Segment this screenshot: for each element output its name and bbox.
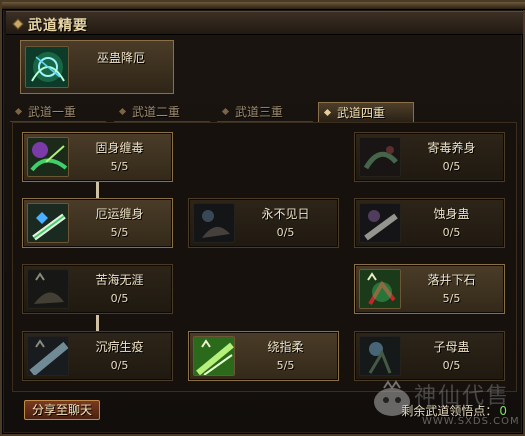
tab-tier-4[interactable]: 武道四重 bbox=[318, 102, 414, 122]
featured-skill-name: 巫蛊降厄 bbox=[96, 51, 145, 65]
tab-diamond-icon bbox=[221, 107, 230, 116]
skill-name: 落井下石 bbox=[427, 273, 476, 287]
skill-card-luojing-xiashi[interactable]: 落井下石 5/5 bbox=[354, 264, 505, 314]
share-to-chat-button[interactable]: 分享至聊天 bbox=[24, 400, 100, 420]
skill-name: 苦海无涯 bbox=[95, 273, 144, 287]
skill-card-gushen-chandu[interactable]: 固身缠毒 5/5 bbox=[22, 132, 173, 182]
skill-card-chenke-shengyi[interactable]: 沉疴生疫 0/5 bbox=[22, 331, 173, 381]
skill-card-shishen-gu[interactable]: 蚀身蛊 0/5 bbox=[354, 198, 505, 248]
tab-label: 武道一重 bbox=[28, 105, 77, 119]
skill-level: 0/5 bbox=[110, 359, 129, 372]
tab-label: 武道三重 bbox=[235, 105, 284, 119]
tree-connector bbox=[96, 182, 99, 198]
tree-connector bbox=[96, 315, 99, 331]
window-title: 武道精要 bbox=[28, 18, 88, 34]
title-bar: 武道精要 bbox=[6, 11, 523, 35]
skill-card-eyun-chanshen[interactable]: 厄运缠身 5/5 bbox=[22, 198, 173, 248]
skill-level: 0/5 bbox=[442, 359, 461, 372]
kuhai-wuya-icon bbox=[27, 269, 69, 309]
skill-level: 5/5 bbox=[110, 160, 129, 173]
jidu-yangshen-icon bbox=[359, 137, 401, 177]
skill-name: 蚀身蛊 bbox=[433, 207, 470, 221]
title-gem-icon bbox=[12, 18, 24, 30]
skill-level: 5/5 bbox=[442, 292, 461, 305]
skill-card-jidu-yangshen[interactable]: 寄毒养身 0/5 bbox=[354, 132, 505, 182]
tab-label: 武道四重 bbox=[337, 106, 386, 120]
remaining-points: 剩余武道领悟点： 0 bbox=[401, 402, 507, 419]
shishen-gu-icon bbox=[359, 203, 401, 243]
skill-level: 5/5 bbox=[110, 226, 129, 239]
skill-card-raozhirou[interactable]: 绕指柔 5/5 bbox=[188, 331, 339, 381]
skill-name: 永不见日 bbox=[261, 207, 310, 221]
chenke-shengyi-icon bbox=[27, 336, 69, 376]
skill-level: 0/5 bbox=[442, 226, 461, 239]
skill-name: 沉疴生疫 bbox=[95, 340, 144, 354]
skill-card-kuhai-wuya[interactable]: 苦海无涯 0/5 bbox=[22, 264, 173, 314]
gushen-chandu-icon bbox=[27, 137, 69, 177]
luojing-xiashi-icon bbox=[359, 269, 401, 309]
tab-diamond-icon bbox=[14, 107, 23, 116]
skill-card-zimu-gu[interactable]: 子母蛊 0/5 bbox=[354, 331, 505, 381]
yongbu-jianri-icon bbox=[193, 203, 235, 243]
tab-diamond-icon bbox=[323, 108, 332, 117]
tab-diamond-icon bbox=[118, 107, 127, 116]
tab-tier-1[interactable]: 武道一重 bbox=[10, 102, 106, 122]
tier-tabs: 武道一重 武道二重 武道三重 武道四重 bbox=[10, 102, 518, 122]
skill-level: 0/5 bbox=[110, 292, 129, 305]
points-label: 剩余武道领悟点： bbox=[401, 404, 498, 418]
martial-essence-window: 武道精要 巫蛊降厄 武道一重 武道二重 武道三重 武道四重 固身缠毒 5/5 寄… bbox=[0, 0, 525, 436]
tab-tier-3[interactable]: 武道三重 bbox=[217, 102, 313, 122]
skill-name: 固身缠毒 bbox=[95, 141, 144, 155]
skill-name: 绕指柔 bbox=[267, 340, 304, 354]
skill-card-yongbu-jianri[interactable]: 永不见日 0/5 bbox=[188, 198, 339, 248]
tab-tier-2[interactable]: 武道二重 bbox=[114, 102, 210, 122]
skill-level: 5/5 bbox=[276, 359, 295, 372]
skill-level: 0/5 bbox=[442, 160, 461, 173]
zimu-gu-icon bbox=[359, 336, 401, 376]
wugu-jiang-e-icon bbox=[25, 46, 69, 88]
skill-name: 厄运缠身 bbox=[95, 207, 144, 221]
raozhirou-icon bbox=[193, 336, 235, 376]
skill-level: 0/5 bbox=[276, 226, 295, 239]
points-value: 0 bbox=[499, 404, 507, 418]
featured-skill-card[interactable]: 巫蛊降厄 bbox=[20, 40, 174, 94]
skill-name: 子母蛊 bbox=[433, 340, 470, 354]
skill-name: 寄毒养身 bbox=[427, 141, 476, 155]
tab-label: 武道二重 bbox=[132, 105, 181, 119]
eyun-chanshen-icon bbox=[27, 203, 69, 243]
window-top-frame bbox=[2, 2, 525, 10]
